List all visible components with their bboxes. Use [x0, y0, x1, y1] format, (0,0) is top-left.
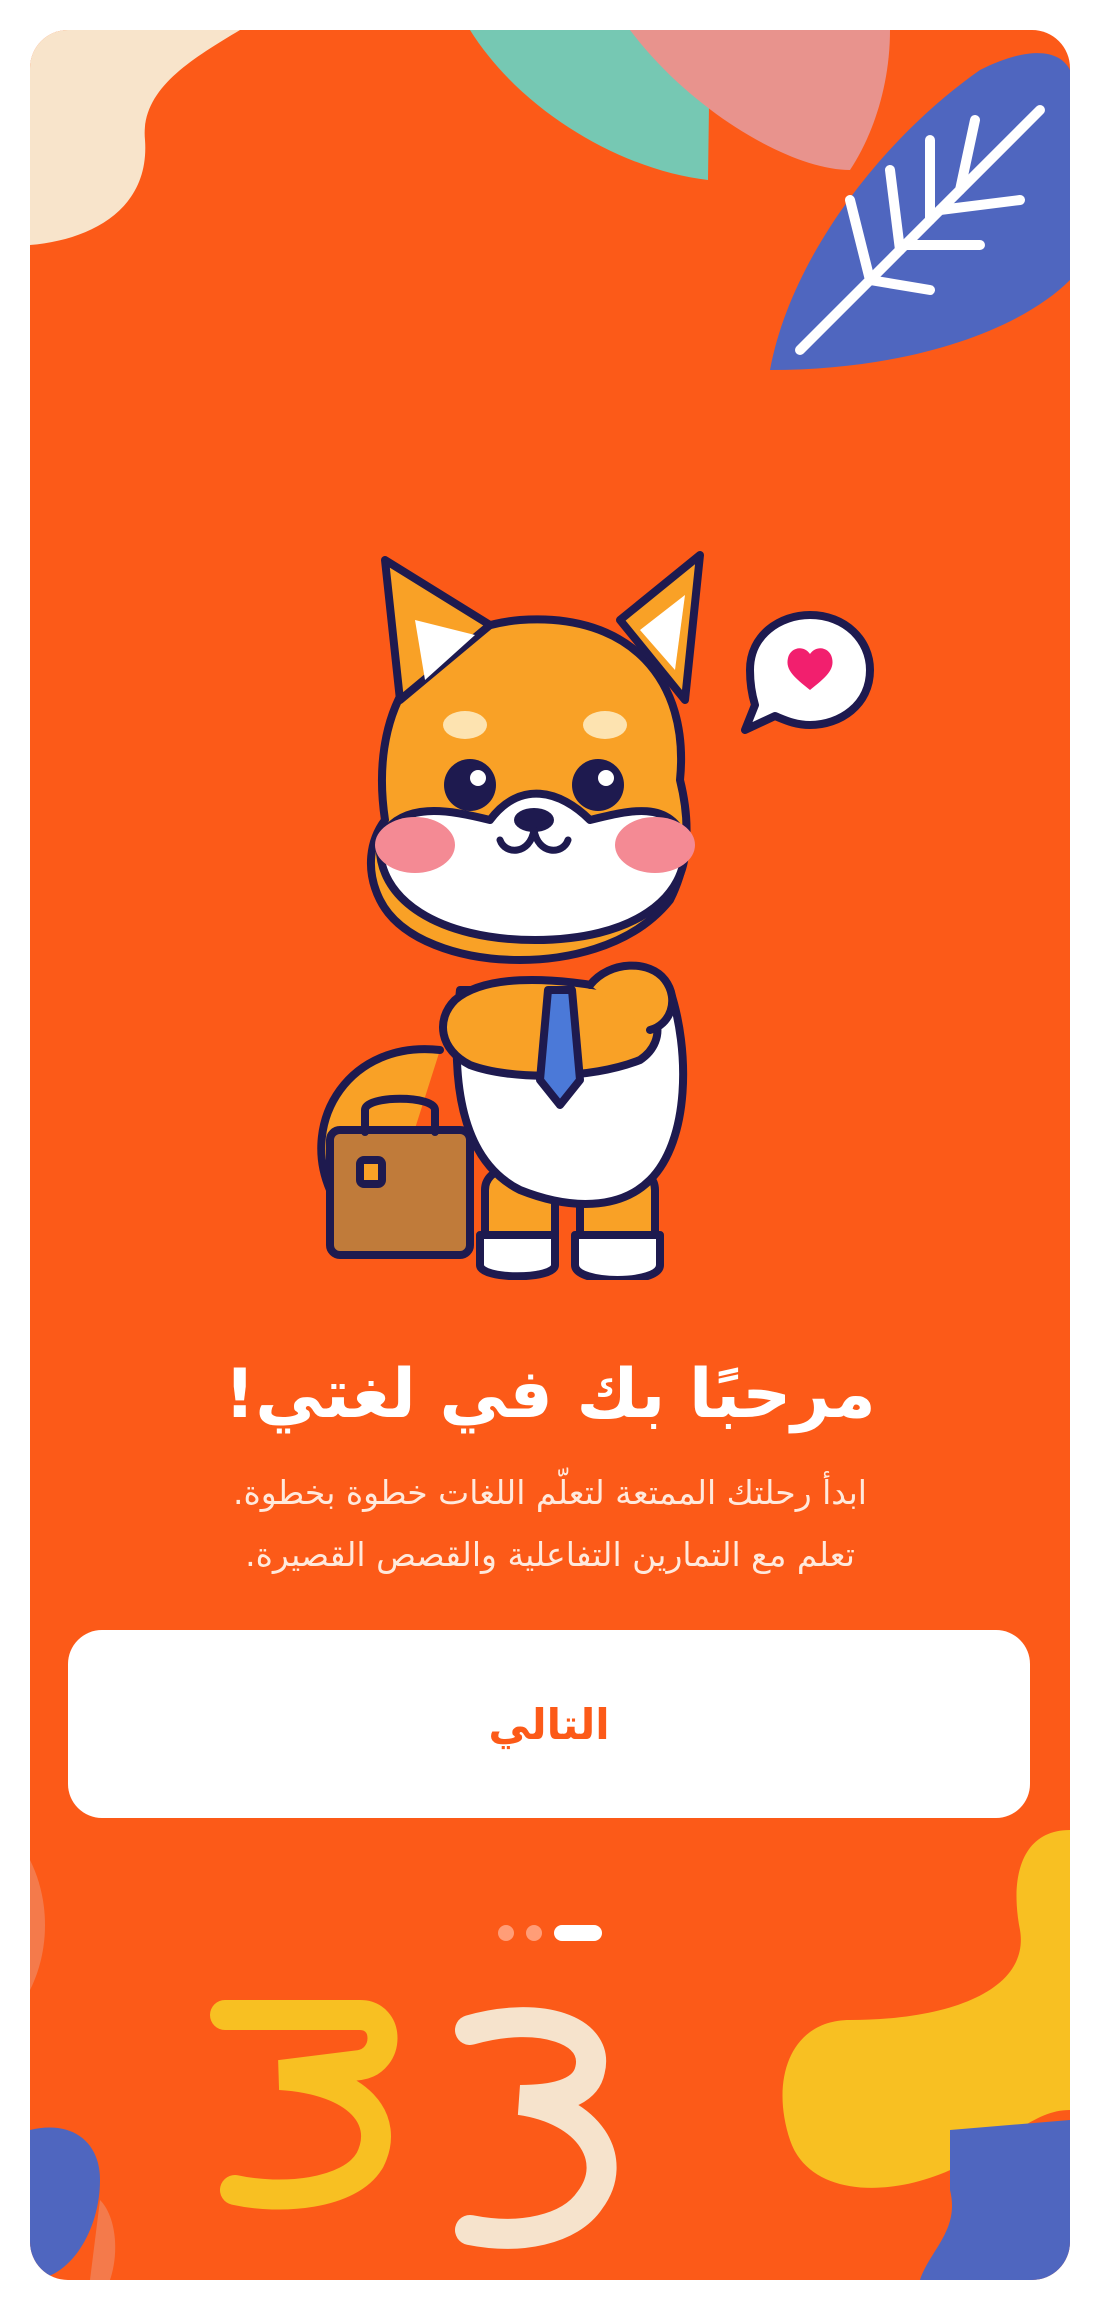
page-dot-1-active [554, 1925, 602, 1941]
subtitle-line-1: ابدأ رحلتك الممتعة لتعلّم اللغات خطوة بخ… [233, 1473, 867, 1512]
welcome-subtitle: ابدأ رحلتك الممتعة لتعلّم اللغات خطوة بخ… [30, 1462, 1070, 1586]
shiba-mascot-illustration [317, 551, 874, 1280]
onboarding-screen: مرحبًا بك في لغتي! ابدأ رحلتك الممتعة لت… [30, 30, 1070, 2280]
welcome-title: مرحبًا بك في لغتي! [224, 1355, 876, 1434]
page-dot-3 [498, 1925, 514, 1941]
subtitle-line-2: تعلم مع التمارين التفاعلية والقصص القصير… [245, 1535, 855, 1574]
pagination-dots [30, 1925, 1070, 1941]
next-button[interactable]: التالي [68, 1630, 1030, 1818]
page-dot-2 [526, 1925, 542, 1941]
